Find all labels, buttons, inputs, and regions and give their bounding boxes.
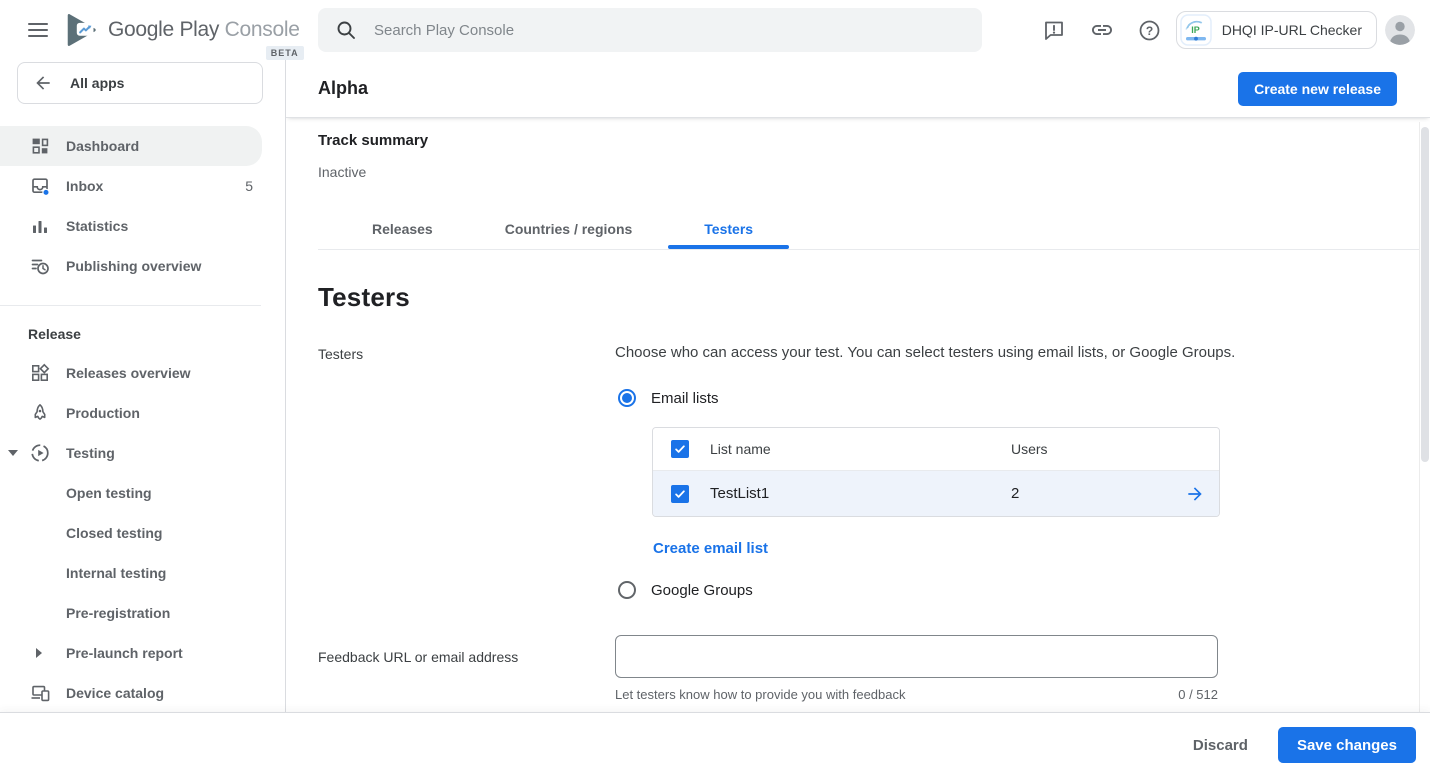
save-changes-button[interactable]: Save changes [1278,727,1416,763]
device-catalog-icon [30,683,50,703]
scrollbar-track[interactable] [1419,122,1430,713]
production-rocket-icon [30,403,50,423]
dashboard-icon [30,136,50,156]
tab-countries-regions[interactable]: Countries / regions [469,209,669,249]
tab-releases[interactable]: Releases [336,209,469,249]
table-header-row: List name Users [653,428,1219,471]
track-summary-section: Track summary Inactive [286,118,1430,180]
sidebar-item-pre-registration[interactable]: Pre-registration [0,593,285,633]
beta-badge: BETA [266,46,304,60]
statistics-icon [30,216,50,236]
sidebar-item-production[interactable]: Production [0,393,285,433]
account-avatar[interactable] [1385,15,1415,45]
discard-button[interactable]: Discard [1187,736,1254,755]
search-bar[interactable] [318,8,982,52]
releases-overview-icon [30,363,50,383]
users-count-cell: 2 [999,485,1169,502]
track-summary-label: Track summary [318,132,1398,149]
copy-link-button[interactable] [1078,6,1126,54]
inbox-count-badge: 5 [245,178,253,194]
publishing-overview-icon [30,256,50,276]
scrollbar-thumb[interactable] [1421,127,1429,462]
search-icon [335,19,357,41]
back-arrow-icon [33,73,53,93]
row-checkbox[interactable] [671,485,689,503]
email-lists-option[interactable]: Email lists [615,389,1430,407]
svg-text:?: ? [1146,23,1153,37]
feedback-icon [1043,19,1065,41]
sidebar-item-statistics[interactable]: Statistics [0,206,285,246]
list-name-cell: TestList1 [710,485,999,502]
sidebar-item-closed-testing[interactable]: Closed testing [0,513,285,553]
inbox-icon [30,176,50,196]
testers-form-row: Testers Choose who can access your test.… [286,344,1430,599]
app-icon: IP [1180,14,1212,46]
sidebar-item-pre-launch-report[interactable]: Pre-launch report [0,633,285,673]
help-button[interactable]: ? [1126,6,1174,54]
feedback-button[interactable] [1030,6,1078,54]
tab-testers[interactable]: Testers [668,209,789,249]
testers-heading: Testers [318,282,1430,313]
google-groups-radio[interactable] [618,581,636,599]
column-header-users: Users [999,441,1169,457]
all-apps-back-button[interactable]: All apps [17,62,263,104]
google-play-console-logo: Google Play Console BETA [62,9,300,51]
track-status: Inactive [318,164,1398,180]
play-logo-icon [62,9,104,51]
feedback-helper-text: Let testers know how to provide you with… [615,687,906,702]
check-icon [673,442,687,456]
pre-launch-expand-caret-icon[interactable] [36,648,42,658]
sidebar-item-publishing-overview[interactable]: Publishing overview [0,246,285,286]
create-new-release-button[interactable]: Create new release [1238,72,1397,106]
sidebar-item-inbox[interactable]: Inbox 5 [0,166,285,206]
logo-text: Google Play Console [108,18,300,42]
check-icon [673,487,687,501]
feedback-helper-row: Let testers know how to provide you with… [615,687,1218,702]
email-lists-table: List name Users TestList1 2 [652,427,1220,517]
search-input[interactable] [372,21,892,40]
feedback-char-counter: 0 / 512 [1178,687,1218,702]
sidebar-main-list: Dashboard Inbox 5 Statistics [0,126,285,286]
column-header-list-name: List name [710,441,999,457]
create-email-list-link[interactable]: Create email list [653,540,768,557]
save-footer-bar: Discard Save changes [0,713,1430,777]
sidebar-item-releases-overview[interactable]: Releases overview [0,353,285,393]
help-icon: ? [1138,19,1161,42]
sidebar-item-testing[interactable]: Testing [0,433,285,473]
current-app-name: DHQI IP-URL Checker [1222,22,1362,38]
open-list-arrow-icon[interactable] [1185,484,1205,504]
menu-hamburger-icon[interactable] [28,23,48,37]
testers-row-label: Testers [318,344,615,599]
sidebar-item-open-testing[interactable]: Open testing [0,473,285,513]
sidebar-divider [0,305,261,306]
feedback-url-input[interactable] [615,635,1218,678]
sidebar-item-device-catalog[interactable]: Device catalog [0,673,285,713]
topbar-actions: ? IP DHQI IP-URL Checker [1030,0,1415,60]
sidebar: All apps Dashboard Inbox 5 [0,60,286,713]
svg-text:IP: IP [1191,25,1200,35]
link-icon [1090,18,1114,42]
top-app-bar: Google Play Console BETA ? [0,0,1430,60]
sidebar-item-internal-testing[interactable]: Internal testing [0,553,285,593]
table-row[interactable]: TestList1 2 [653,471,1219,516]
testers-description: Choose who can access your test. You can… [615,344,1430,361]
feedback-form-row: Feedback URL or email address Let tester… [286,635,1430,702]
google-groups-option[interactable]: Google Groups [615,581,1430,599]
app-selector[interactable]: IP DHQI IP-URL Checker [1176,11,1377,49]
testing-expand-caret-icon[interactable] [8,450,18,456]
feedback-row-label: Feedback URL or email address [318,635,615,702]
select-all-checkbox[interactable] [671,440,689,458]
testing-icon [30,443,50,463]
main-content: Alpha Create new release Track summary I… [286,60,1430,713]
sidebar-release-list: Releases overview Production Testing Ope… [0,353,285,713]
sidebar-item-dashboard[interactable]: Dashboard [0,126,262,166]
track-tabs: Releases Countries / regions Testers [318,209,1420,250]
page-title: Alpha [318,78,368,99]
release-section-label: Release [28,326,285,342]
page-header: Alpha Create new release [286,60,1430,118]
email-lists-radio[interactable] [618,389,636,407]
